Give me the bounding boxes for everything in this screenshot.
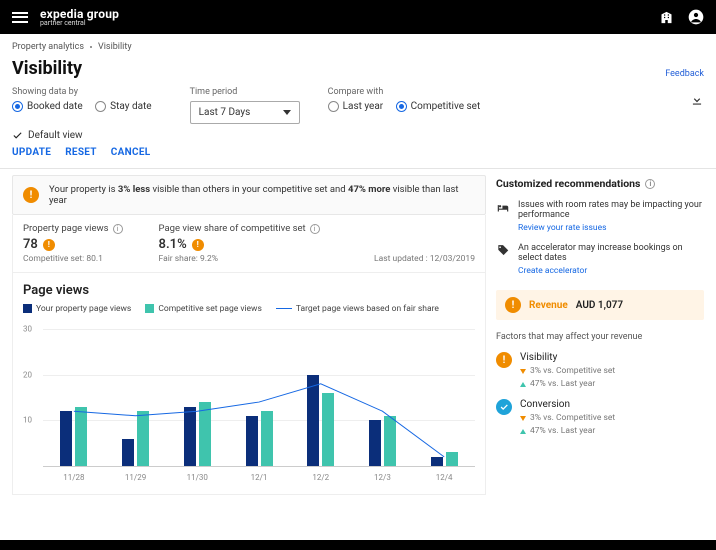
bar-your[interactable] [369,420,381,466]
x-axis-label: 12/4 [436,473,453,482]
x-axis-label: 12/1 [251,473,268,482]
x-axis-label: 12/3 [374,473,391,482]
download-icon[interactable] [690,92,704,111]
chart-legend: Your property page views Competitive set… [23,304,475,314]
breadcrumb-item[interactable]: Property analytics [12,42,84,52]
last-updated: Last updated : 12/03/2019 [374,254,475,264]
info-icon[interactable]: i [113,224,123,234]
bar-compset[interactable] [384,416,396,466]
warning-icon: ! [43,239,55,251]
filter-showing-by: Showing data by Booked date Stay date [12,87,162,124]
stat-page-views: Property page viewsi 78! Competitive set… [23,223,123,264]
info-icon[interactable]: i [645,179,655,189]
breadcrumb: Property analytics Visibility [12,42,704,52]
warning-icon: ! [505,297,521,313]
stat-share: Page view share of competitive seti 8.1%… [159,223,320,264]
stats-row: Property page viewsi 78! Competitive set… [12,215,486,273]
bar-compset[interactable] [137,411,149,466]
brand-line2: partner central [40,20,119,27]
recommendation-item: Issues with room rates may be impacting … [496,200,704,233]
review-rate-link[interactable]: Review your rate issues [518,223,704,233]
factor-visibility: ! Visibility 3% vs. Competitive set 47% … [496,352,704,389]
bar-your[interactable] [122,439,134,466]
filter-actions: UPDATE RESET CANCEL [12,147,704,158]
factors-header: Factors that may affect your revenue [496,332,704,342]
page-title: Visibility [12,58,82,79]
main-column: ! Your property is 3% less visible than … [12,169,486,495]
arrow-down-icon [520,369,526,374]
feedback-link[interactable]: Feedback [665,69,704,79]
bar-your[interactable] [246,416,258,466]
building-icon[interactable] [659,10,674,25]
x-axis-label: 11/28 [63,473,84,482]
chart-card: Page views Your property page views Comp… [12,273,486,495]
default-view-row: Default view [12,130,704,141]
info-icon[interactable]: i [310,224,320,234]
arrow-down-icon [520,416,526,421]
factor-conversion: Conversion 3% vs. Competitive set 47% vs… [496,399,704,436]
revenue-box: ! Revenue AUD 1,077 [496,290,704,320]
tag-icon [496,244,510,258]
bar-compset[interactable] [261,411,273,466]
x-axis-label: 11/30 [187,473,208,482]
x-axis-label: 11/29 [125,473,146,482]
cancel-button[interactable]: CANCEL [111,147,151,158]
filter-time-period: Time period Last 7 Days [190,87,300,124]
bar-compset[interactable] [446,452,458,466]
bed-icon [496,201,510,215]
x-axis-label: 12/2 [312,473,329,482]
bar-your[interactable] [307,375,319,466]
update-button[interactable]: UPDATE [12,147,51,158]
hamburger-icon[interactable] [12,12,28,23]
radio-stay-date[interactable]: Stay date [95,101,151,112]
recommendation-item: An accelerator may increase bookings on … [496,243,704,276]
time-period-select[interactable]: Last 7 Days [190,101,300,124]
recommendations-header: Customized recommendationsi [496,177,704,190]
radio-last-year[interactable]: Last year [328,101,384,112]
filter-compare: Compare with Last year Competitive set [328,87,491,124]
chevron-down-icon [283,110,291,115]
topbar: expedia group partner central [0,0,716,34]
check-badge-icon [496,399,512,415]
check-icon [12,130,23,141]
bar-compset[interactable] [322,393,334,466]
bar-your[interactable] [431,457,443,466]
reset-button[interactable]: RESET [65,147,97,158]
radio-booked-date[interactable]: Booked date [12,101,83,112]
arrow-up-icon [520,429,526,434]
chart-area: 10203011/2811/2911/3012/112/212/312/4 [43,324,475,484]
arrow-up-icon [520,382,526,387]
side-column: Customized recommendationsi Issues with … [496,169,704,495]
filters: Showing data by Booked date Stay date Ti… [12,87,490,124]
warning-icon: ! [23,187,39,203]
banner-text: Your property is 3% less visible than ot… [49,184,475,206]
create-accelerator-link[interactable]: Create accelerator [518,266,704,276]
bar-your[interactable] [60,411,72,466]
radio-competitive-set[interactable]: Competitive set [396,101,481,112]
brand: expedia group partner central [40,8,119,27]
breadcrumb-item[interactable]: Visibility [98,42,132,52]
chart-title: Page views [23,283,475,298]
visibility-banner: ! Your property is 3% less visible than … [12,175,486,215]
brand-line1: expedia group [40,8,119,20]
bar-your[interactable] [184,407,196,466]
bar-compset[interactable] [199,402,211,466]
warning-icon: ! [496,352,512,368]
warning-icon: ! [192,239,204,251]
bar-compset[interactable] [75,407,87,466]
account-icon[interactable] [688,9,704,25]
